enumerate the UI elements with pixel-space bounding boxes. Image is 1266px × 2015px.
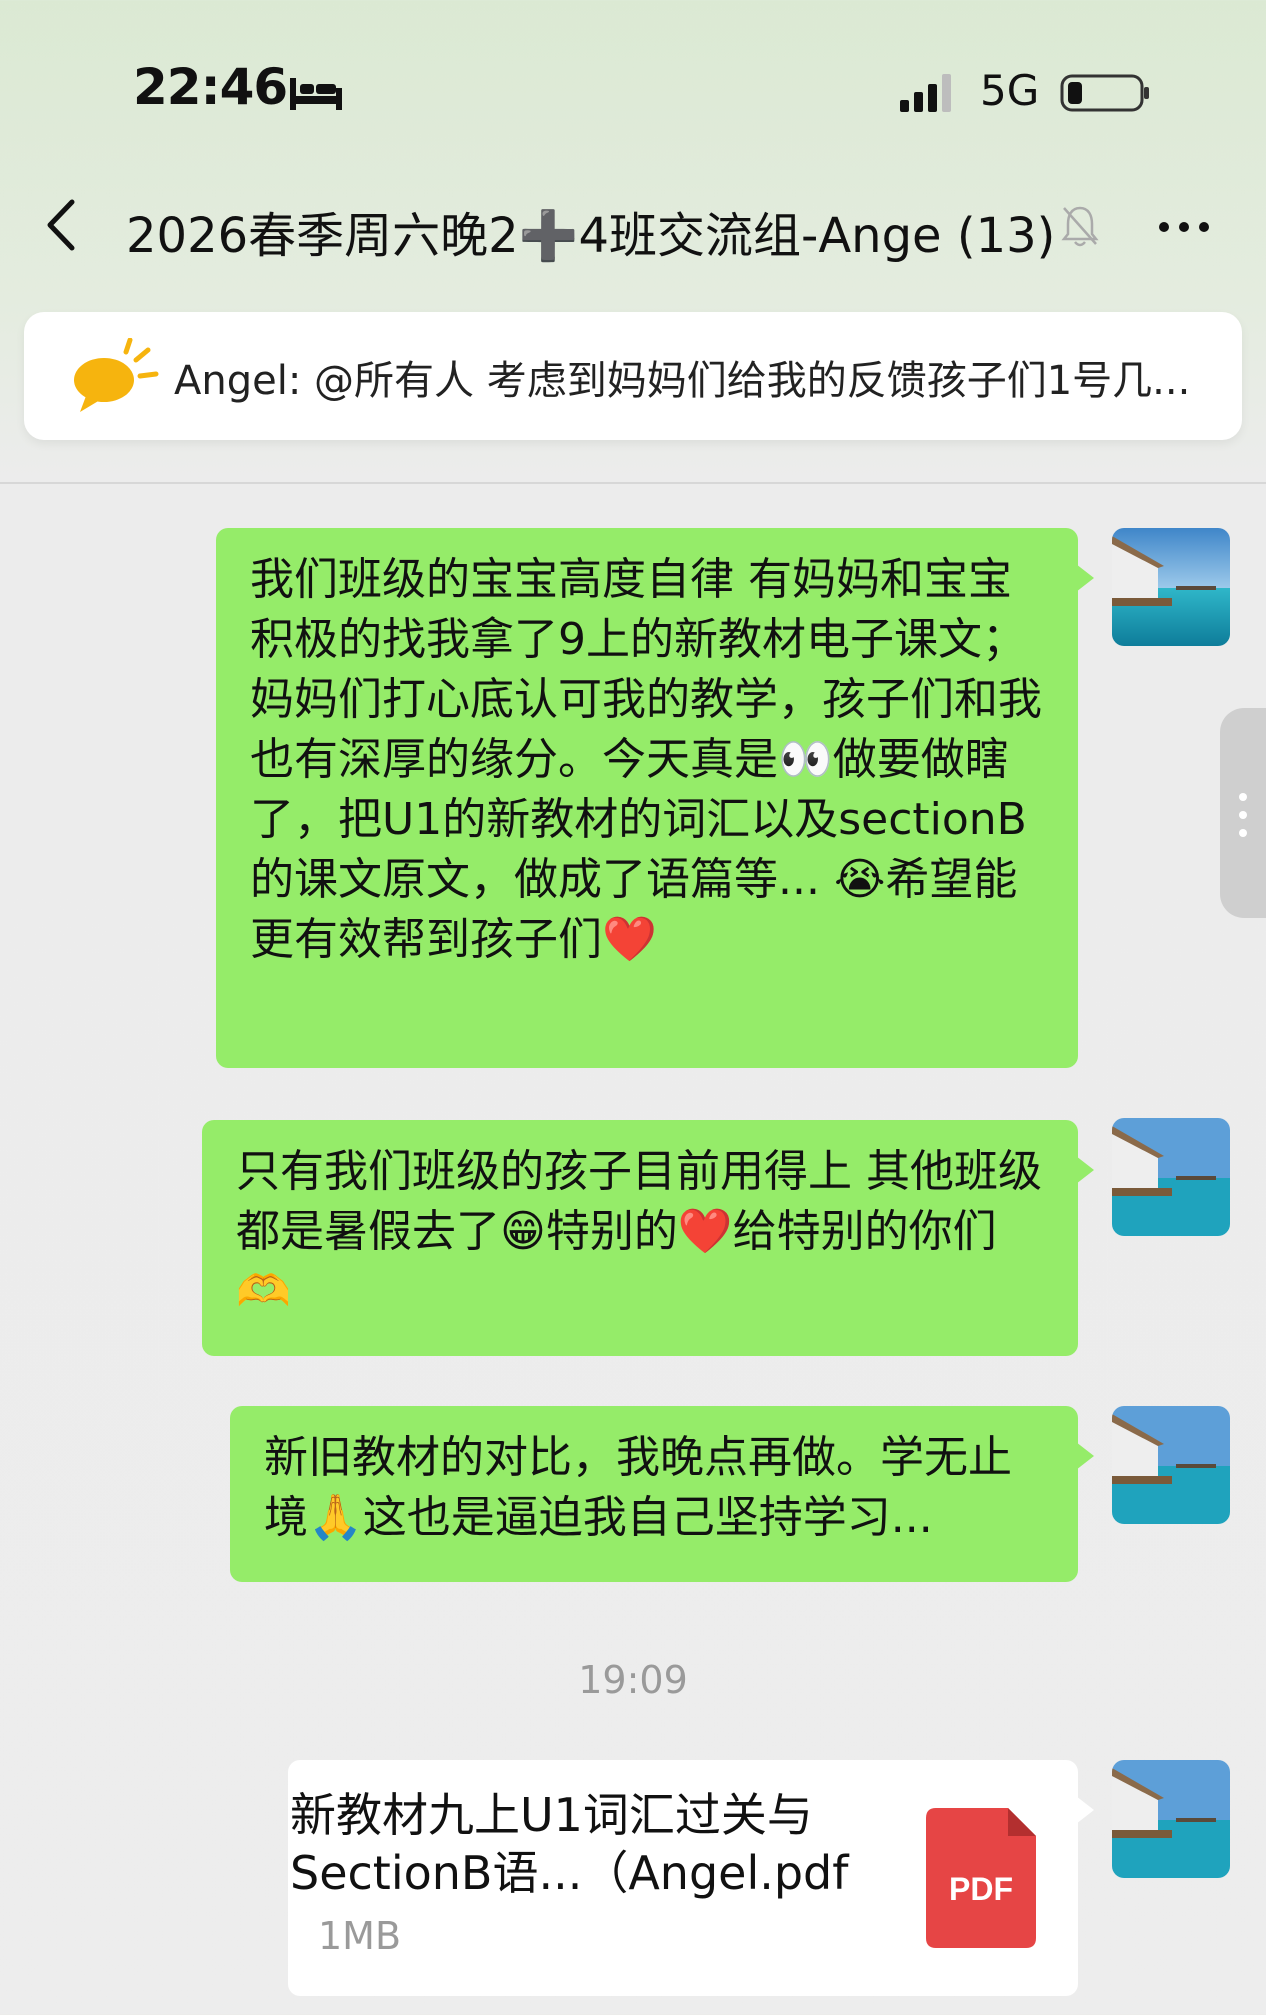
avatar[interactable]	[1112, 528, 1230, 646]
divider	[0, 482, 1266, 484]
notice-text: Angel: @所有人 考虑到妈妈们给我的反馈孩子们1号几...	[174, 358, 1191, 404]
avatar[interactable]	[1112, 1118, 1230, 1236]
message-bubble[interactable]: 新旧教材的对比，我晚点再做。学无止境🙏这也是逼迫我自己坚持学习...	[230, 1406, 1094, 1582]
avatar[interactable]	[1112, 1760, 1230, 1878]
message-bubble[interactable]: 只有我们班级的孩子目前用得上 其他班级都是暑假去了😁特别的❤️给特别的你们🫶	[202, 1120, 1094, 1356]
pdf-file-icon: PDF	[926, 1808, 1036, 1948]
message-timestamp: 19:09	[578, 1658, 688, 1702]
message-text: 新旧教材的对比，我晚点再做。学无止境🙏这也是逼迫我自己坚持学习...	[264, 1432, 1012, 1543]
avatar-image	[1112, 528, 1230, 646]
chat-title: 2026春季周六晚2➕4班交流组-Ange (13)	[126, 208, 1056, 264]
pdf-label: PDF	[949, 1871, 1013, 1907]
signal-icon	[900, 74, 951, 112]
announcement-icon	[74, 338, 159, 412]
message-text: 我们班级的宝宝高度自律 有妈妈和宝宝积极的找我拿了9上的新教材电子课文；妈妈们打…	[250, 554, 1042, 965]
message-bubble[interactable]: 我们班级的宝宝高度自律 有妈妈和宝宝积极的找我拿了9上的新教材电子课文；妈妈们打…	[216, 528, 1094, 1068]
avatar-image	[1112, 1118, 1230, 1236]
battery-icon	[1060, 74, 1149, 112]
avatar[interactable]	[1112, 1406, 1230, 1524]
mute-bell-icon	[1061, 206, 1099, 247]
pinned-notice[interactable]: Angel: @所有人 考虑到妈妈们给我的反馈孩子们1号几...	[24, 312, 1242, 440]
avatar-image	[1112, 1760, 1230, 1878]
network-label: 5G	[980, 66, 1040, 115]
file-name: 新教材九上U1词汇过关与SectionB语...（Angel.pdf	[290, 1788, 849, 1900]
file-size: 1MB	[318, 1914, 402, 1958]
message-text: 只有我们班级的孩子目前用得上 其他班级都是暑假去了😁特别的❤️给特别的你们🫶	[236, 1146, 1042, 1317]
drag-dots-icon	[1239, 793, 1247, 837]
status-time: 22:46	[133, 58, 288, 116]
bed-icon	[290, 78, 342, 110]
back-icon[interactable]	[42, 196, 82, 254]
more-icon[interactable]	[1156, 212, 1212, 242]
avatar-image	[1112, 1406, 1230, 1524]
